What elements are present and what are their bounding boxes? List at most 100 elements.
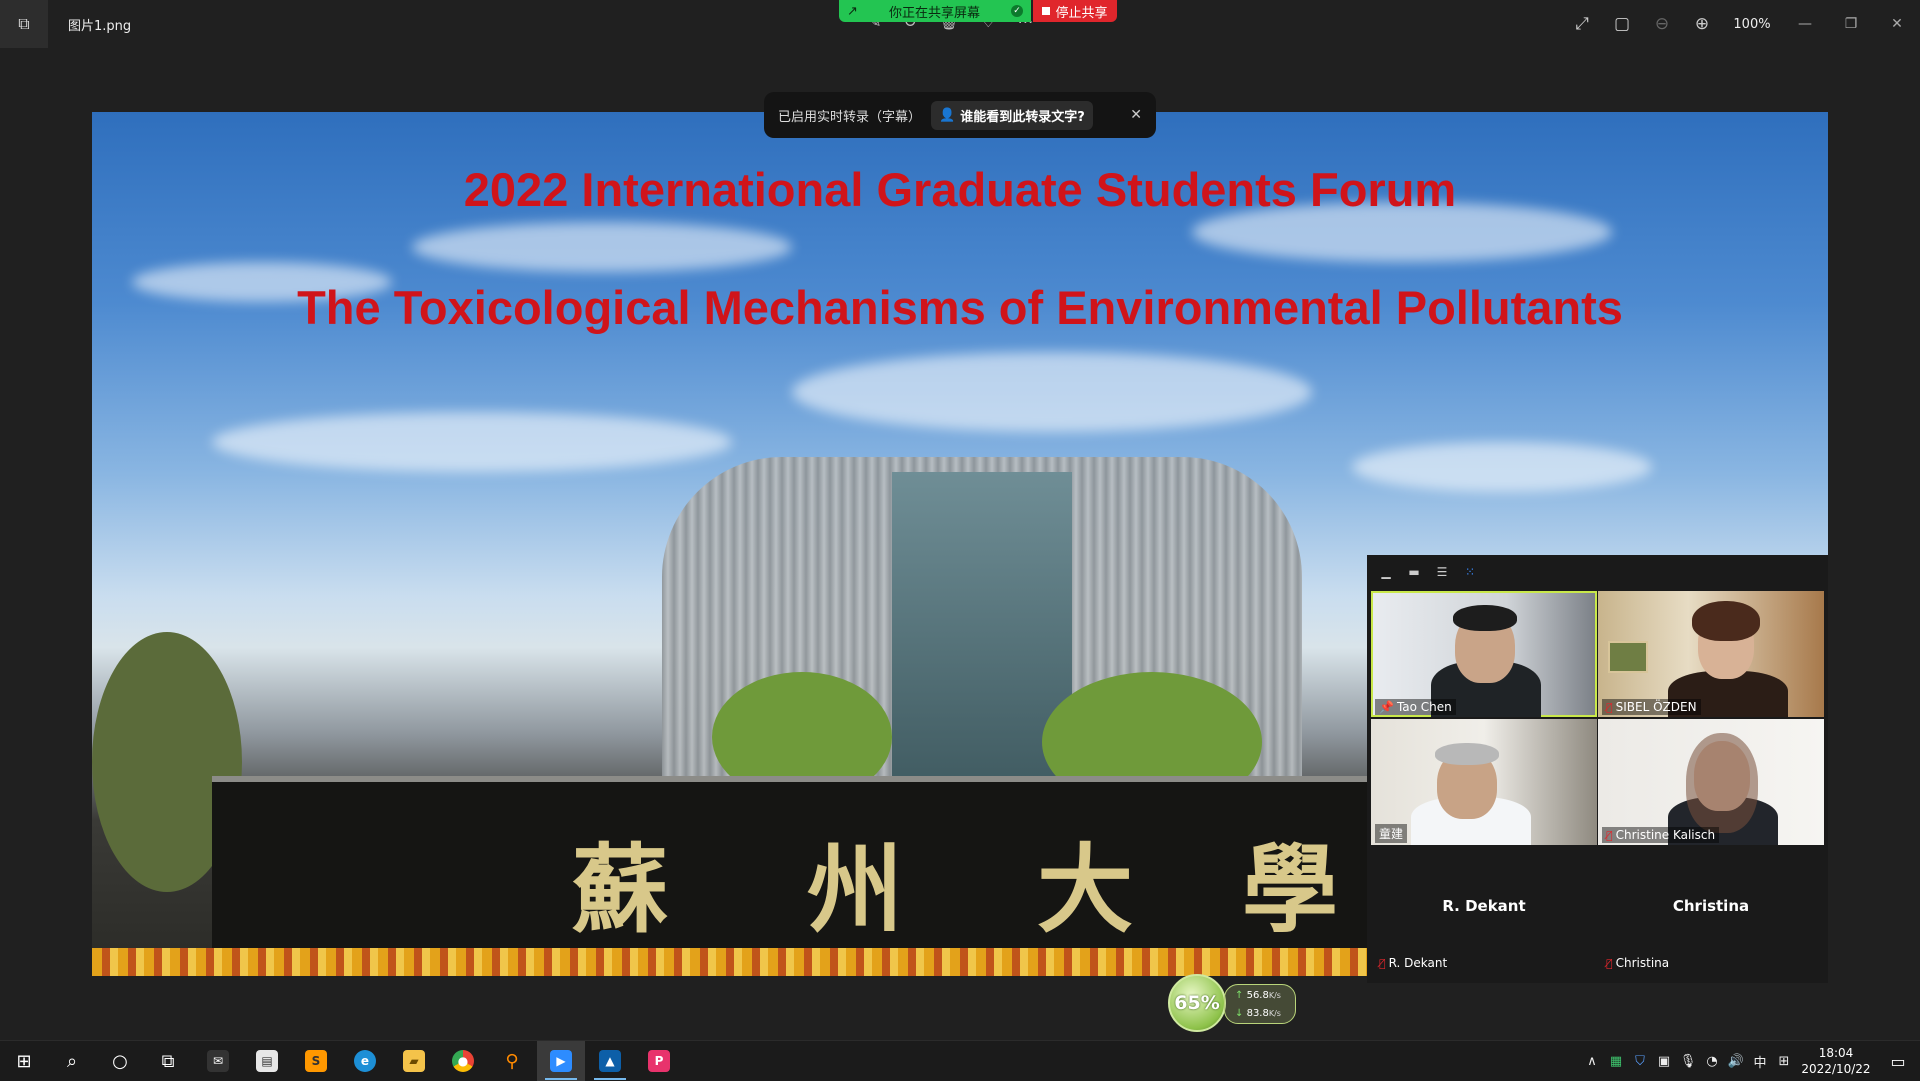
participant-name-label: 📌 Tao Chen: [1375, 699, 1456, 715]
search-icon[interactable]: ⌕: [48, 1041, 96, 1081]
chrome-browser-icon[interactable]: ●: [439, 1041, 487, 1081]
stop-share-button[interactable]: 停止共享: [1033, 0, 1117, 22]
start-windows-icon[interactable]: ⊞: [0, 1041, 48, 1081]
upload-unit: K/s: [1268, 991, 1281, 1000]
task-view-icon[interactable]: ⧉: [144, 1041, 192, 1081]
who-can-see-label: 谁能看到此转录文字?: [960, 109, 1085, 125]
participant-name-label: 🎙̸ Christina: [1606, 956, 1670, 970]
participant-hair: [1686, 733, 1758, 833]
wifi-icon[interactable]: ◔: [1700, 1054, 1724, 1069]
stop-share-label: 停止共享: [1055, 5, 1108, 21]
close-toast-icon[interactable]: ✕: [1130, 107, 1142, 123]
gallery-toolbar: ▁ ▬ ☰ ⁙: [1367, 555, 1828, 589]
photos-app-taskbar-icon[interactable]: ▲: [586, 1041, 634, 1081]
mail-app-icon[interactable]: ✉: [194, 1041, 242, 1081]
shield-tray-icon[interactable]: ⛉: [1628, 1054, 1652, 1069]
participant-tile[interactable]: Christina 🎙̸ Christina: [1598, 847, 1824, 973]
share-screen-icon: ↗: [847, 3, 858, 19]
participant-name-label: 🎙̸ SIBEL ÖZDEN: [1602, 699, 1701, 715]
pin-icon: 📌: [1379, 700, 1394, 714]
restore-icon[interactable]: ❐: [1828, 16, 1874, 32]
zoom-out-icon[interactable]: ⊖: [1642, 14, 1682, 34]
file-explorer-icon[interactable]: ▰: [390, 1041, 438, 1081]
single-video-icon[interactable]: ▬: [1405, 563, 1423, 581]
minimize-icon[interactable]: —: [1782, 16, 1828, 32]
cloud: [1352, 442, 1652, 492]
download-arrow-icon: ↓: [1235, 1008, 1244, 1019]
pdf-app-icon[interactable]: P: [635, 1041, 683, 1081]
cloud: [792, 352, 1312, 432]
participant-tile[interactable]: 🎙̸ SIBEL ÖZDEN: [1598, 591, 1824, 717]
sign-character: 州: [807, 833, 903, 946]
sublime-text-icon[interactable]: S: [292, 1041, 340, 1081]
zoom-app-icon[interactable]: ▶: [537, 1041, 585, 1081]
participant-tile[interactable]: 童建: [1371, 719, 1597, 845]
participant-name-label: 童建: [1375, 824, 1408, 843]
notification-icon[interactable]: ▭: [1876, 1052, 1920, 1071]
cortana-icon[interactable]: ○: [96, 1041, 144, 1081]
viewer-controls: ⤢ ▢ ⊖ ⊕ 100% — ❐ ✕: [1562, 0, 1920, 48]
search-app-icon[interactable]: ⚲: [488, 1041, 536, 1081]
upload-arrow-icon: ↑: [1235, 990, 1244, 1001]
transcription-status: 已启用实时转录（字幕）: [778, 109, 922, 125]
screen-share-banner: ↗ 你正在共享屏幕 ✓ 停止共享: [839, 0, 1117, 22]
live-transcription-toast: 已启用实时转录（字幕） 👤 谁能看到此转录文字? ✕: [764, 92, 1156, 138]
chevron-up-icon[interactable]: ∧: [1580, 1054, 1604, 1069]
participant-tile[interactable]: 🎙̸ Christine Kalisch: [1598, 719, 1824, 845]
speaker-view-icon[interactable]: ☰: [1433, 563, 1451, 581]
mic-muted-icon: 🎙̸: [1606, 828, 1613, 842]
system-tray: ∧ ▦ ⛉ ▣ 🎙 ◔ 🔊 中 ⊞ 18:04 2022/10/22 ▭: [1580, 1041, 1920, 1081]
video-gallery-panel: ▁ ▬ ☰ ⁙ 📌 Tao Chen 🎙̸ SIBEL ÖZDEN 童建 🎙̸ …: [1367, 555, 1828, 983]
shield-check-icon: ✓: [1010, 5, 1023, 17]
slide-subtitle: The Toxicological Mechanisms of Environm…: [297, 281, 1623, 334]
taskbar: ⊞ ⌕ ○ ⧉ ✉ ▤ S e ▰ ● ⚲ ▶ ▲ P ∧ ▦ ⛉ ▣ 🎙 ◔ …: [0, 1040, 1920, 1081]
keyboard-layout-icon[interactable]: ⊞: [1772, 1054, 1796, 1069]
zoom-in-icon[interactable]: ⊕: [1682, 14, 1722, 34]
participant-avatar-name: Christina: [1672, 897, 1750, 915]
fit-window-icon[interactable]: ▢: [1602, 14, 1642, 34]
participant-tile[interactable]: R. Dekant 🎙̸ R. Dekant: [1371, 847, 1597, 973]
file-name: 图片1.png: [68, 19, 132, 34]
participant-hair: [1692, 601, 1760, 641]
sign-character: 學: [1242, 833, 1338, 946]
upload-speed: 56.8: [1246, 990, 1269, 1001]
minimize-video-icon[interactable]: ▁: [1377, 563, 1395, 581]
cloud: [212, 412, 732, 472]
speed-readout: ↑ 56.8K/s ↓ 83.8K/s: [1224, 984, 1296, 1024]
sharing-indicator[interactable]: ↗ 你正在共享屏幕 ✓: [839, 0, 1031, 22]
network-speed-widget[interactable]: 65% ↑ 56.8K/s ↓ 83.8K/s: [1168, 970, 1303, 1034]
clock[interactable]: 18:04 2022/10/22: [1796, 1045, 1876, 1077]
person-icon: 👤: [939, 107, 956, 123]
participant-tile[interactable]: 📌 Tao Chen: [1371, 591, 1597, 717]
ime-indicator[interactable]: 中: [1748, 1052, 1772, 1071]
sign-character: 大: [1037, 833, 1133, 946]
download-unit: K/s: [1268, 1009, 1281, 1018]
volume-icon[interactable]: 🔊: [1724, 1054, 1748, 1069]
mic-muted-icon: 🎙̸: [1379, 956, 1386, 970]
stop-icon: [1042, 7, 1051, 15]
clock-date: 2022/10/22: [1801, 1062, 1871, 1076]
microphone-tray-icon[interactable]: 🎙: [1676, 1054, 1700, 1069]
mic-muted-icon: 🎙̸: [1606, 700, 1613, 714]
sharing-text: 你正在共享屏幕: [888, 5, 980, 21]
network-monitor-tray-icon[interactable]: ▣: [1652, 1054, 1676, 1069]
app-grid-tray-icon[interactable]: ▦: [1604, 1054, 1628, 1069]
participant-hair: [1435, 743, 1499, 765]
participant-avatar-name: R. Dekant: [1442, 897, 1526, 915]
cloud: [412, 222, 792, 272]
file-manager-icon[interactable]: ▤: [243, 1041, 291, 1081]
participant-name-label: 🎙̸ R. Dekant: [1379, 956, 1448, 970]
download-speed: 83.8: [1246, 1008, 1269, 1019]
edge-browser-icon[interactable]: e: [341, 1041, 389, 1081]
wall-picture: [1608, 641, 1648, 673]
participant-name-label: 🎙̸ Christine Kalisch: [1602, 827, 1720, 843]
slide-title: 2022 International Graduate Students For…: [463, 163, 1457, 216]
zoom-level[interactable]: 100%: [1722, 17, 1782, 32]
mic-muted-icon: 🎙̸: [1606, 956, 1613, 970]
fullscreen-icon[interactable]: ⤢: [1562, 14, 1602, 34]
participant-hair: [1453, 605, 1517, 631]
who-can-see-button[interactable]: 👤 谁能看到此转录文字?: [931, 100, 1093, 130]
close-icon[interactable]: ✕: [1874, 16, 1920, 32]
gallery-view-icon[interactable]: ⁙: [1461, 563, 1479, 581]
photos-app-icon[interactable]: ⧉: [0, 0, 48, 48]
